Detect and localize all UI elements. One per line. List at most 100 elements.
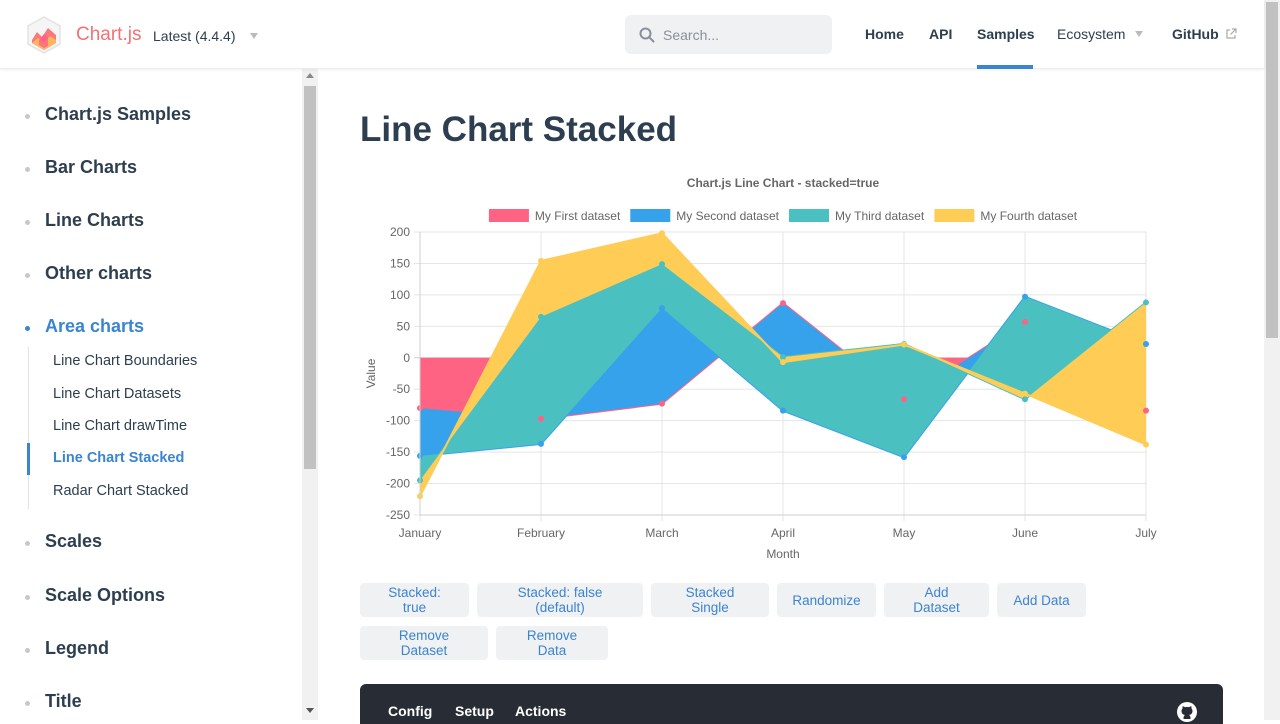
bullet-icon (25, 541, 30, 546)
sidebar-item-line-charts[interactable]: Line Charts (45, 210, 144, 231)
nav-github-label: GitHub (1172, 26, 1219, 42)
nav-github[interactable]: GitHub (1172, 26, 1237, 42)
add-data-button[interactable]: Add Data (997, 583, 1086, 617)
y-tick-label: 100 (390, 288, 410, 302)
data-point (659, 305, 665, 312)
sidebar-subitem-line-chart-datasets[interactable]: Line Chart Datasets (53, 386, 181, 402)
data-point (901, 341, 907, 348)
legend-swatch (789, 209, 830, 222)
legend-label: My Fourth dataset (980, 209, 1077, 223)
nav-ecosystem-label: Ecosystem (1057, 26, 1126, 42)
nav-samples[interactable]: Samples (977, 26, 1035, 42)
submenu-divider (28, 347, 29, 509)
site-name-link[interactable]: Chart.js (76, 24, 141, 46)
remove-dataset-button[interactable]: Remove Dataset (360, 626, 488, 660)
page-scrollbar-thumb[interactable] (1266, 2, 1278, 338)
data-point (901, 454, 907, 461)
data-point (538, 257, 544, 264)
x-tick-label: March (645, 526, 678, 540)
y-tick-label: -50 (393, 382, 411, 396)
scroll-up-arrow-icon[interactable] (306, 73, 314, 78)
sidebar-item-area-charts[interactable]: Area charts (45, 316, 144, 337)
data-point (1022, 293, 1028, 300)
bullet-icon (25, 648, 30, 653)
bullet-icon (25, 273, 30, 278)
y-tick-label: 0 (403, 351, 410, 365)
x-tick-label: May (893, 526, 916, 540)
y-tick-label: 200 (390, 225, 410, 239)
legend-label: My Third dataset (835, 209, 925, 223)
sidebar-item-other-charts[interactable]: Other charts (45, 263, 152, 284)
nav-active-indicator (977, 65, 1033, 69)
x-tick-label: January (399, 526, 442, 540)
version-label: Latest (4.4.4) (153, 28, 236, 44)
scroll-down-arrow-icon[interactable] (306, 708, 314, 713)
data-point (901, 396, 907, 403)
data-point (1143, 340, 1149, 347)
sidebar-item-legend[interactable]: Legend (45, 638, 109, 659)
x-axis-label: Month (766, 547, 799, 561)
chartjs-logo-icon[interactable] (26, 16, 62, 54)
bullet-icon (25, 167, 30, 172)
legend-swatch (488, 209, 529, 222)
legend-label: My First dataset (535, 209, 621, 223)
y-axis-label: Value (364, 358, 378, 388)
y-tick-label: 150 (390, 256, 410, 270)
sidebar-item-title[interactable]: Title (45, 691, 82, 712)
stacked-false-button[interactable]: Stacked: false (default) (477, 583, 643, 617)
data-point (538, 440, 544, 447)
top-navbar: Chart.js Latest (4.4.4) Home API Samples… (0, 0, 1264, 69)
sidebar-scrollbar-thumb[interactable] (304, 86, 316, 469)
nav-api[interactable]: API (929, 26, 952, 42)
sidebar-item-chartjs-samples[interactable]: Chart.js Samples (45, 104, 191, 125)
chart-title: Chart.js Line Chart - stacked=true (687, 176, 880, 190)
randomize-button[interactable]: Randomize (777, 583, 876, 617)
data-point (780, 407, 786, 414)
sidebar-subitem-line-chart-drawtime[interactable]: Line Chart drawTime (53, 418, 187, 434)
tab-actions[interactable]: Actions (515, 703, 566, 719)
x-tick-label: April (771, 526, 795, 540)
sidebar-item-scale-options[interactable]: Scale Options (45, 585, 165, 606)
search-input[interactable] (663, 26, 823, 43)
nav-ecosystem-dropdown[interactable]: Ecosystem (1057, 26, 1144, 42)
legend-swatch (934, 209, 975, 222)
tab-setup[interactable]: Setup (455, 703, 494, 719)
sidebar-subitem-line-chart-boundaries[interactable]: Line Chart Boundaries (53, 353, 197, 369)
nav-home[interactable]: Home (865, 26, 904, 42)
data-point (1022, 318, 1028, 325)
sidebar-item-scales[interactable]: Scales (45, 531, 102, 552)
version-dropdown[interactable]: Latest (4.4.4) (153, 28, 258, 44)
data-point (780, 359, 786, 366)
data-point (1022, 390, 1028, 397)
x-tick-label: July (1135, 526, 1156, 540)
add-dataset-button[interactable]: Add Dataset (884, 583, 989, 617)
stacked-line-chart[interactable]: Chart.js Line Chart - stacked=true My Fir… (350, 165, 1230, 570)
data-point (659, 230, 665, 237)
bullet-icon (25, 220, 30, 225)
data-point (659, 400, 665, 407)
x-tick-label: February (517, 526, 565, 540)
stacked-true-button[interactable]: Stacked: true (360, 583, 469, 617)
code-tabs-bar: Config Setup Actions (360, 684, 1223, 724)
search-icon (639, 27, 655, 42)
sidebar-item-bar-charts[interactable]: Bar Charts (45, 157, 137, 178)
external-link-icon (1226, 28, 1237, 39)
y-tick-label: 50 (397, 319, 411, 333)
search-box[interactable] (625, 15, 832, 54)
bullet-icon (25, 114, 30, 119)
sidebar-subitem-line-chart-stacked[interactable]: Line Chart Stacked (53, 450, 184, 466)
data-point (1143, 299, 1149, 306)
data-point (659, 261, 665, 268)
sidebar-subitem-radar-chart-stacked[interactable]: Radar Chart Stacked (53, 483, 188, 499)
y-tick-label: -150 (386, 445, 410, 459)
data-point (1143, 407, 1149, 414)
data-point (1022, 396, 1028, 403)
data-point (1143, 441, 1149, 448)
remove-data-button[interactable]: Remove Data (496, 626, 608, 660)
stacked-single-button[interactable]: Stacked Single (651, 583, 769, 617)
tab-config[interactable]: Config (388, 703, 432, 719)
submenu-active-indicator (27, 443, 30, 475)
page-title: Line Chart Stacked (360, 110, 678, 149)
legend-swatch (630, 209, 671, 222)
y-tick-label: -200 (386, 477, 410, 491)
